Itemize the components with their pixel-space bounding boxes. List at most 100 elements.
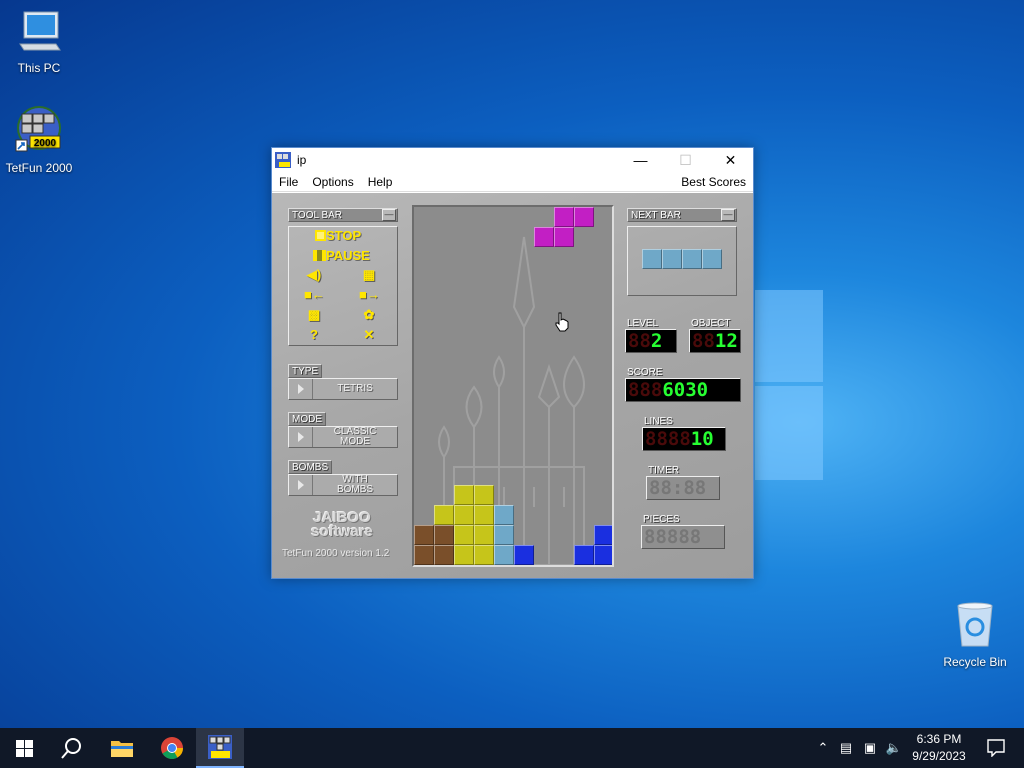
save-game-icon[interactable]: ■← [304, 287, 325, 303]
timer-label: TIMER [648, 465, 680, 476]
stack-block [594, 545, 612, 565]
network-icon[interactable]: ▣ [858, 740, 882, 756]
menu-file[interactable]: File [272, 175, 305, 189]
play-field[interactable] [412, 205, 614, 567]
menu-bar: File Options Help Best Scores [272, 172, 753, 192]
type-arrow-icon[interactable] [289, 379, 313, 399]
object-off-digits: 88 [692, 330, 715, 352]
stack-block [494, 525, 514, 545]
taskbar-chrome[interactable] [148, 728, 196, 768]
stack-block [454, 505, 474, 525]
stack-block [494, 545, 514, 565]
security-icon[interactable]: ▤ [834, 740, 858, 756]
load-game-icon[interactable]: ■→ [359, 287, 380, 303]
desktop-icon-label: Recycle Bin [943, 655, 1007, 669]
print-icon[interactable]: ▩ [304, 307, 324, 323]
stack-block [574, 545, 594, 565]
next-piece-block [682, 249, 702, 269]
pieces-value: 88888 [644, 526, 702, 548]
action-center-button[interactable] [976, 728, 1016, 768]
level-label: LEVEL [627, 318, 659, 329]
maximize-button[interactable]: ☐ [663, 148, 708, 172]
computer-icon [19, 11, 61, 51]
next-bar-box [627, 226, 737, 296]
mode-value: CLASSIC MODE [333, 426, 377, 447]
lines-value: 10 [690, 428, 714, 450]
pause-icon [313, 250, 326, 261]
pieces-display: 88888 [641, 525, 725, 549]
taskbar: ⌃ ▤ ▣ 🔈 6:36 PM 9/29/2023 [0, 728, 1024, 768]
title-bar[interactable]: ip — ☐ ✕ [272, 148, 753, 172]
windows-start-icon [15, 739, 33, 757]
window-title: ip [297, 153, 307, 167]
timer-display: 88:88 [646, 476, 720, 500]
taskbar-file-explorer[interactable] [98, 728, 146, 768]
falling-block [554, 227, 574, 247]
minimize-button[interactable]: — [618, 148, 663, 172]
hint-icon[interactable]: ✿ [359, 307, 379, 323]
desktop-icon-label: This PC [17, 61, 61, 75]
stack-block [474, 525, 494, 545]
stack-block [474, 505, 494, 525]
stop-button[interactable]: STOP [315, 228, 361, 243]
type-value: TETRIS [337, 383, 373, 394]
stack-block [434, 525, 454, 545]
volume-muted-icon[interactable]: 🔈 [882, 740, 906, 756]
version-label: TetFun 2000 version 1.2 [282, 548, 390, 559]
score-value: 6030 [662, 379, 709, 401]
toolbar-collapse-button[interactable]: — [382, 209, 396, 221]
tetfun-app-icon [208, 735, 232, 759]
exit-icon[interactable]: ✕ [359, 327, 379, 343]
hand-cursor-icon [555, 312, 569, 332]
folder-icon [111, 741, 133, 757]
search-button[interactable] [48, 728, 96, 768]
start-button[interactable] [0, 728, 48, 768]
notification-icon [987, 739, 1005, 757]
desktop-icon-tetfun[interactable]: 2000 TetFun 2000 [1, 104, 77, 175]
mode-selector[interactable]: CLASSIC MODE [288, 426, 398, 448]
level-display: 882 [625, 329, 677, 353]
stack-block [414, 525, 434, 545]
sound-icon[interactable]: ◀) [304, 267, 324, 283]
taskbar-clock[interactable]: 6:36 PM 9/29/2023 [908, 731, 970, 765]
system-tray: ⌃ ▤ ▣ 🔈 [812, 728, 906, 768]
stack-block [434, 545, 454, 565]
level-value: 2 [650, 330, 663, 352]
show-hidden-icons-chevron-icon[interactable]: ⌃ [812, 740, 834, 756]
help-icon[interactable]: ? [304, 327, 324, 343]
toolbar-box: STOP PAUSE ◀) ▦ ■← ■→ ▩ ✿ ? ✕ [288, 226, 398, 346]
jaiboo-logo: JAIBOO software [302, 510, 382, 540]
stack-block [474, 485, 494, 505]
close-button[interactable]: ✕ [708, 148, 753, 172]
bombs-selector[interactable]: WITH BOMBS [288, 474, 398, 496]
chrome-icon [161, 737, 183, 759]
bombs-arrow-icon[interactable] [289, 475, 313, 495]
clock-date: 9/29/2023 [912, 749, 966, 763]
menu-best-scores[interactable]: Best Scores [674, 175, 753, 189]
next-bar-collapse-button[interactable]: — [721, 209, 735, 221]
taskbar-tetfun[interactable] [196, 728, 244, 768]
stack-block [454, 485, 474, 505]
stack-block [414, 545, 434, 565]
next-piece-block [662, 249, 682, 269]
logo-line2: software [311, 523, 373, 540]
type-selector[interactable]: TETRIS [288, 378, 398, 400]
next-piece-block [642, 249, 662, 269]
recycle-bin-icon [957, 602, 993, 647]
falling-block [534, 227, 554, 247]
stop-label: STOP [326, 228, 362, 243]
level-off-digits: 88 [628, 330, 651, 352]
pause-button[interactable]: PAUSE [313, 248, 370, 263]
lines-label: LINES [644, 416, 673, 427]
desktop-icon-recycle-bin[interactable]: Recycle Bin [937, 602, 1013, 669]
desktop-icon-this-pc[interactable]: This PC [1, 10, 77, 75]
mode-arrow-icon[interactable] [289, 427, 313, 447]
tetfun-app-icon: 2000 [15, 106, 61, 152]
stack-block [454, 525, 474, 545]
bricks-icon[interactable]: ▦ [359, 267, 379, 283]
menu-help[interactable]: Help [361, 175, 400, 189]
menu-options[interactable]: Options [305, 175, 360, 189]
pieces-label: PIECES [643, 514, 680, 525]
type-caption: TYPE [288, 364, 323, 378]
score-label: SCORE [627, 367, 663, 378]
